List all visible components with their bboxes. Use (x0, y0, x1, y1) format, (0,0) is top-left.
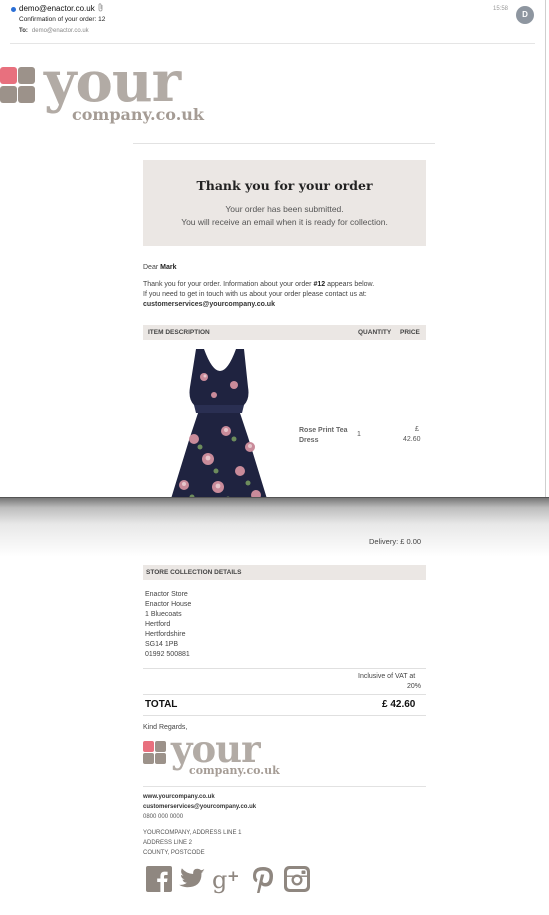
message-text-end: appears below. (327, 281, 375, 288)
svg-text:g: g (212, 866, 227, 894)
instagram-icon[interactable] (284, 866, 310, 894)
logo-square-br (18, 86, 35, 103)
to-label: To: (19, 28, 28, 34)
vat-rate: 20% (407, 683, 422, 690)
customer-service-email-link[interactable]: customerservices@yourcompany.co.uk (143, 301, 275, 308)
footer-website-link[interactable]: www.yourcompany.co.uk (143, 794, 215, 800)
logo-square-bl (0, 86, 17, 103)
thank-you-banner: Thank you for your order Your order has … (143, 160, 426, 246)
message-text: Thank you for your order. Information ab… (143, 281, 312, 288)
col-quantity: QUANTITY (358, 329, 392, 336)
logo-domain: company.co.uk (72, 105, 204, 124)
footer-address-1: YOURCOMPANY, ADDRESS LINE 1 (143, 830, 242, 836)
store-details-header: STORE COLLECTION DETAILS (143, 565, 426, 580)
store-line: Enactor Store (145, 591, 188, 598)
logo-divider (133, 143, 435, 144)
floral-dress-image[interactable] (164, 347, 274, 522)
total-bottom-divider (143, 715, 426, 716)
email-subject: Confirmation of your order: 12 (19, 16, 106, 23)
logo-square-tl (155, 741, 166, 752)
banner-line-1: Your order has been submitted. (225, 204, 344, 214)
store-line: Enactor House (145, 601, 192, 608)
store-details-heading: STORE COLLECTION DETAILS (146, 569, 242, 576)
customer-name: Mark (160, 264, 177, 271)
delivery-charge: Delivery: £ 0.00 (369, 537, 422, 546)
logo-square-pink (0, 67, 17, 84)
scroll-fold-shadow (0, 497, 549, 557)
store-line: 1 Bluecoats (145, 611, 182, 618)
vat-note: Inclusive of VAT at (358, 673, 416, 680)
logo-square-br (155, 753, 166, 764)
logo-square-tl (18, 67, 35, 84)
total-value: £ 42.60 (382, 699, 416, 710)
item-price: 42.60 (403, 436, 421, 443)
item-quantity: 1 (357, 431, 361, 438)
total-divider (143, 694, 426, 695)
logo-square-pink (143, 741, 154, 752)
mail-header: demo@enactor.co.uk Confirmation of your … (0, 0, 549, 44)
message-line-2: If you need to get in touch with us abou… (143, 291, 367, 298)
store-address: Enactor Store Enactor House 1 Bluecoats … (145, 590, 191, 660)
store-line: Hertfordshire (145, 631, 186, 638)
twitter-icon[interactable] (178, 866, 205, 894)
col-item-description: ITEM DESCRIPTION (148, 329, 210, 336)
order-reference: #12 (313, 281, 326, 288)
col-price: PRICE (400, 329, 420, 336)
logo-square-bl (143, 753, 154, 764)
item-name-line-2: Dress (299, 437, 319, 444)
footer-phone: 0800 000 0000 (143, 814, 184, 820)
footer-email-link[interactable]: customerservices@yourcompany.co.uk (143, 804, 256, 810)
company-logo[interactable]: your company.co.uk (0, 49, 210, 130)
company-logo-small[interactable]: your company.co.uk (141, 727, 281, 781)
svg-text:+: + (227, 867, 240, 885)
store-line: Hertford (145, 621, 171, 628)
sender-address[interactable]: demo@enactor.co.uk (19, 4, 95, 13)
google-plus-icon[interactable]: g + (212, 866, 244, 894)
vat-divider (143, 668, 426, 669)
facebook-icon[interactable] (146, 866, 172, 894)
recipient-address[interactable]: demo@enactor.co.uk (32, 28, 89, 34)
recipient-line: To: demo@enactor.co.uk (19, 28, 89, 34)
footer-divider (143, 786, 426, 787)
footer-address-3: COUNTY, POSTCODE (143, 850, 205, 856)
store-line: SG14 1PB (145, 641, 179, 648)
page-edge (545, 0, 546, 497)
logo-domain: company.co.uk (189, 764, 280, 777)
store-phone: 01992 500881 (145, 651, 190, 658)
item-currency: £ (415, 426, 419, 433)
footer-address-2: ADDRESS LINE 2 (143, 840, 193, 846)
banner-line-2: You will receive an email when it is rea… (181, 217, 388, 227)
attachment-icon[interactable] (97, 3, 104, 14)
greeting-prefix: Dear (143, 264, 159, 271)
item-name: Rose Print Tea Dress (299, 426, 348, 446)
unread-indicator-icon (11, 7, 16, 12)
message-line-1: Thank you for your order. Information ab… (143, 281, 374, 288)
pinterest-icon[interactable] (251, 866, 277, 894)
items-table-header: ITEM DESCRIPTION QUANTITY PRICE (143, 325, 426, 340)
greeting: Dear Mark (143, 264, 176, 271)
item-name-line-1: Rose Print Tea (299, 427, 348, 434)
received-time: 15:58 (493, 6, 509, 12)
header-divider (10, 43, 535, 44)
fold-edge (0, 497, 549, 498)
sender-avatar[interactable]: D (516, 6, 534, 24)
total-label: TOTAL (145, 699, 178, 710)
banner-title: Thank you for your order (196, 178, 373, 193)
